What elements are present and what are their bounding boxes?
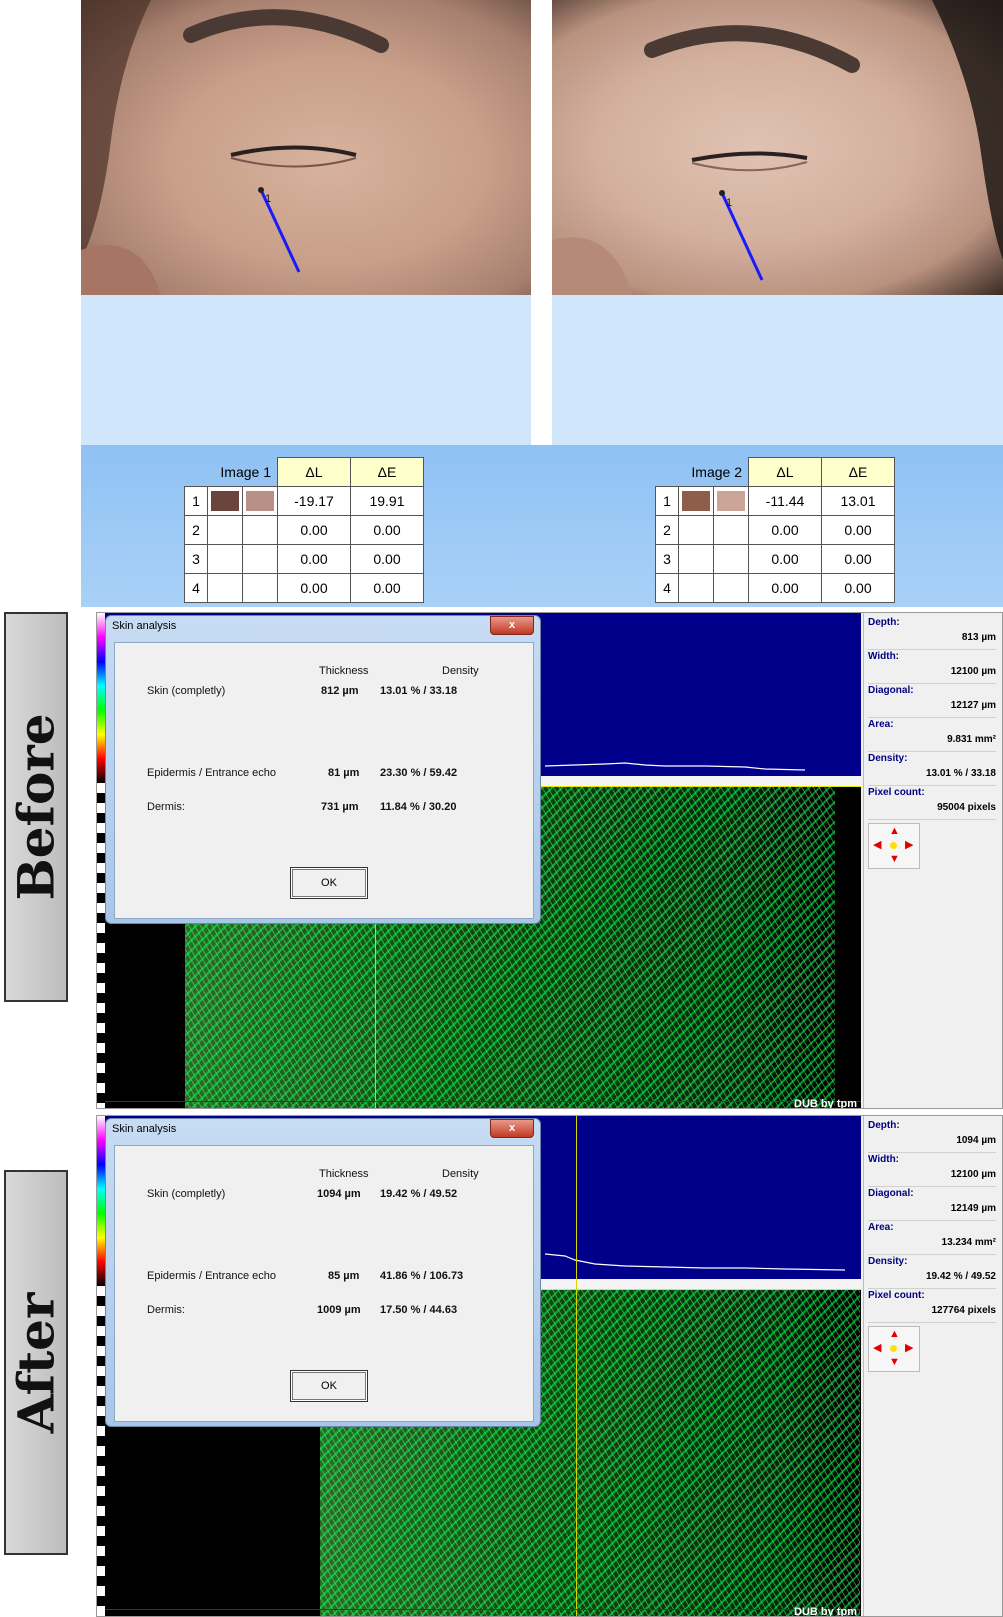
stat-width: Width: 12100 µm: [868, 1152, 996, 1187]
row-name: Dermis:: [147, 1304, 185, 1316]
ultrasound-panel-before: DUB by tpm Skin analysis x Thickness Den…: [96, 612, 1003, 1109]
stat-depth: Depth: 1094 µm: [868, 1118, 996, 1153]
table-row[interactable]: 2 0.00 0.00: [655, 515, 895, 545]
color-swatch: [211, 491, 239, 511]
row-thickness: 85 µm: [328, 1270, 360, 1282]
row-thickness: 812 µm: [321, 685, 359, 697]
row-density: 23.30 % / 59.42: [380, 767, 458, 779]
ultrasound-panel-after: DUB by tpm Skin analysis x Thickness Den…: [96, 1115, 1003, 1617]
arrow-right-icon[interactable]: ▶: [905, 1343, 913, 1354]
color-table-image-1: Image 1 ΔL ΔE 1 -19.17 19.91 2 0.00 0.00…: [184, 457, 424, 603]
row-thickness: 1094 µm: [317, 1188, 361, 1200]
stat-depth: Depth: 813 µm: [868, 615, 996, 650]
arrow-left-icon[interactable]: ◀: [873, 1343, 881, 1354]
row-thickness: 731 µm: [321, 801, 359, 813]
arrow-down-icon[interactable]: ▼: [889, 854, 900, 865]
row-name: Dermis:: [147, 801, 185, 813]
row-thickness: 1009 µm: [317, 1304, 361, 1316]
before-label: Before: [4, 612, 68, 1002]
table-row[interactable]: 3 0.00 0.00: [184, 544, 424, 574]
color-swatch: [246, 491, 274, 511]
measure-marker-label: 1: [265, 193, 271, 205]
measurement-cursor[interactable]: [576, 1290, 577, 1616]
face-photo-before: 1: [81, 0, 531, 295]
row-name: Epidermis / Entrance echo: [147, 1270, 277, 1282]
stats-sidebar: Depth: 1094 µm Width: 12100 µm Diagonal: 12…: [863, 1116, 1002, 1616]
row-density: 11.84 % / 30.20: [380, 801, 457, 813]
center-dot-icon[interactable]: [890, 842, 897, 849]
color-swatch: [717, 491, 745, 511]
table-row[interactable]: 2 0.00 0.00: [184, 515, 424, 545]
table-row[interactable]: 1 -11.44 13.01: [655, 486, 895, 516]
row-density: 19.42 % / 49.52: [380, 1188, 458, 1200]
stat-area: Area: 9.831 mm²: [868, 717, 996, 752]
arrow-right-icon[interactable]: ▶: [905, 840, 913, 851]
header-delta-l: ΔL: [748, 457, 822, 487]
watermark: DUB by tpm: [794, 1606, 857, 1617]
watermark: DUB by tpm: [794, 1098, 857, 1109]
color-difference-band: Image 1 ΔL ΔE 1 -19.17 19.91 2 0.00 0.00…: [81, 445, 1003, 607]
col-thickness: Thickness: [319, 665, 369, 677]
arrow-left-icon[interactable]: ◀: [873, 840, 881, 851]
stat-diagonal: Diagonal: 12149 µm: [868, 1186, 996, 1221]
measure-marker-label: 1: [726, 197, 732, 209]
ok-button[interactable]: OK: [290, 1370, 368, 1402]
row-density: 17.50 % / 44.63: [380, 1304, 458, 1316]
stats-sidebar: Depth: 813 µm Width: 12100 µm Diagonal: 121…: [863, 613, 1002, 1108]
row-name: Skin (completly): [147, 685, 226, 697]
stat-pixel-count: Pixel count: 127764 pixels: [868, 1288, 996, 1323]
face-photo-after: 1: [552, 0, 1003, 295]
stat-density: Density: 13.01 % / 33.18: [868, 751, 996, 786]
stat-diagonal: Diagonal: 12127 µm: [868, 683, 996, 718]
arrow-up-icon[interactable]: ▲: [889, 1329, 900, 1340]
table-row[interactable]: 4 0.00 0.00: [655, 573, 895, 603]
col-thickness: Thickness: [319, 1168, 369, 1180]
skin-analysis-dialog: Skin analysis x Thickness Density Skin (…: [105, 615, 541, 924]
color-swatch: [682, 491, 710, 511]
navigation-arrows[interactable]: ▲ ◀ ▶ ▼: [868, 823, 920, 869]
color-table-image-2: Image 2 ΔL ΔE 1 -11.44 13.01 2 0.00 0.00…: [655, 457, 895, 603]
ok-button[interactable]: OK: [290, 867, 368, 899]
dialog-title: Skin analysis: [112, 620, 177, 632]
row-name: Skin (completly): [147, 1188, 226, 1200]
close-button[interactable]: x: [490, 616, 534, 635]
stat-width: Width: 12100 µm: [868, 649, 996, 684]
row-name: Epidermis / Entrance echo: [147, 767, 277, 779]
col-density: Density: [442, 665, 479, 677]
table-label: Image 1: [220, 463, 271, 480]
header-delta-e: ΔE: [350, 457, 424, 487]
table-row[interactable]: 1 -19.17 19.91: [184, 486, 424, 516]
skin-analysis-dialog: Skin analysis x Thickness Density Skin (…: [105, 1118, 541, 1427]
panel-separator: [531, 0, 552, 445]
color-scale: [97, 613, 105, 783]
close-button[interactable]: x: [490, 1119, 534, 1138]
table-row[interactable]: 3 0.00 0.00: [655, 544, 895, 574]
stat-area: Area: 13.234 mm²: [868, 1220, 996, 1255]
header-delta-e: ΔE: [821, 457, 895, 487]
stat-pixel-count: Pixel count: 95004 pixels: [868, 785, 996, 820]
arrow-down-icon[interactable]: ▼: [889, 1357, 900, 1368]
arrow-up-icon[interactable]: ▲: [889, 826, 900, 837]
table-label: Image 2: [691, 463, 742, 480]
after-label: After: [4, 1170, 68, 1555]
center-dot-icon[interactable]: [890, 1345, 897, 1352]
header-delta-l: ΔL: [277, 457, 351, 487]
stat-density: Density: 19.42 % / 49.52: [868, 1254, 996, 1289]
col-density: Density: [442, 1168, 479, 1180]
row-density: 13.01 % / 33.18: [380, 685, 458, 697]
color-scale: [97, 1116, 105, 1286]
row-thickness: 81 µm: [328, 767, 360, 779]
table-row[interactable]: 4 0.00 0.00: [184, 573, 424, 603]
dialog-title: Skin analysis: [112, 1123, 177, 1135]
row-density: 41.86 % / 106.73: [380, 1270, 464, 1282]
navigation-arrows[interactable]: ▲ ◀ ▶ ▼: [868, 1326, 920, 1372]
image-2-panel: 1: [552, 0, 1003, 445]
image-1-panel: 1: [81, 0, 531, 445]
